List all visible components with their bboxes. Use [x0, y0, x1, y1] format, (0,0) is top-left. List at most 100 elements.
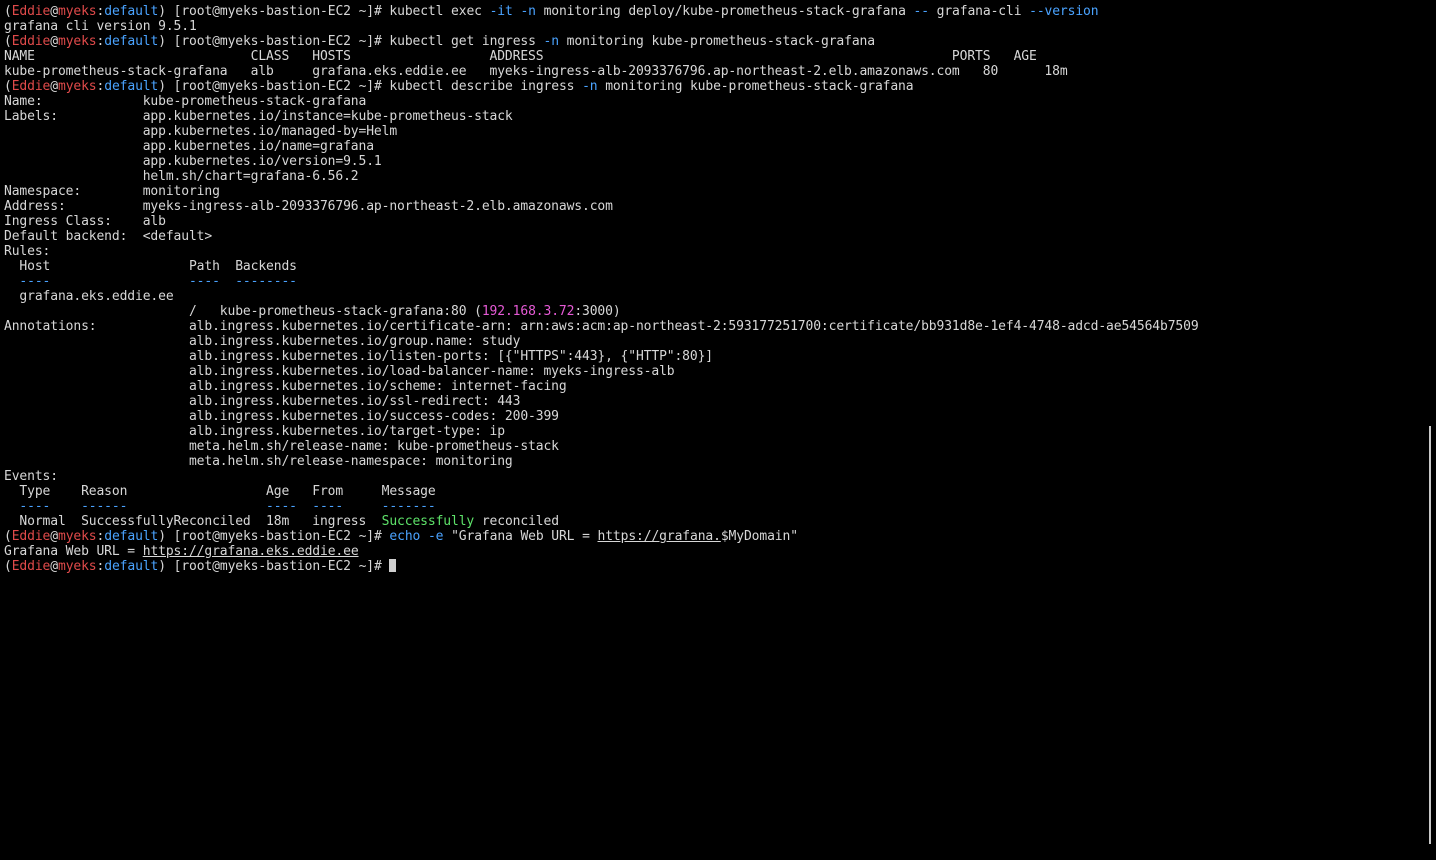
terminal-line: alb.ingress.kubernetes.io/ssl-redirect: …	[4, 394, 1199, 409]
terminal-text-segment: default	[104, 79, 159, 94]
terminal-text-segment: @	[50, 559, 58, 574]
terminal-text-segment: meta.helm.sh/release-name: kube-promethe…	[4, 439, 559, 454]
terminal-line: alb.ingress.kubernetes.io/scheme: intern…	[4, 379, 1199, 394]
terminal-line: Type Reason Age From Message	[4, 484, 1199, 499]
terminal-text-segment: -n	[520, 4, 536, 19]
terminal-text-segment: Annotations: alb.ingress.kubernetes.io/c…	[4, 319, 1199, 334]
terminal-text-segment[interactable]: https://grafana.	[598, 529, 721, 544]
terminal-text-segment: -e	[427, 529, 444, 544]
terminal-text-segment: 192.168.3.72	[481, 304, 575, 319]
terminal-line: Events:	[4, 469, 1199, 484]
terminal-line: Annotations: alb.ingress.kubernetes.io/c…	[4, 319, 1199, 334]
terminal-line: app.kubernetes.io/version=9.5.1	[4, 154, 1199, 169]
terminal-text-segment: app.kubernetes.io/managed-by=Helm	[4, 124, 398, 139]
terminal-text-segment: Eddie	[11, 34, 51, 49]
terminal-text-segment: Ingress Class: alb	[4, 214, 166, 229]
terminal-text-segment: myeks	[57, 34, 97, 49]
terminal-text-segment: monitoring deploy/kube-prometheus-stack-…	[535, 4, 914, 19]
terminal-text-segment: default	[104, 559, 159, 574]
terminal-text-segment: -it	[489, 4, 513, 19]
terminal-text-segment: --version	[1029, 4, 1099, 19]
terminal-text-segment: echo	[389, 529, 421, 544]
terminal-text-segment: alb.ingress.kubernetes.io/target-type: i…	[4, 424, 505, 439]
terminal-text-segment: Address: myeks-ingress-alb-2093376796.ap…	[4, 199, 613, 214]
terminal-text-segment: alb.ingress.kubernetes.io/scheme: intern…	[4, 379, 567, 394]
terminal-text-segment: reconciled	[474, 514, 559, 529]
terminal-text-segment: ) [root@myeks-bastion-EC2 ~]#	[158, 559, 390, 574]
terminal-text-segment: Default backend: <default>	[4, 229, 213, 244]
terminal-text-segment: ) [root@myeks-bastion-EC2 ~]#	[158, 529, 390, 544]
scrollbar-track[interactable]	[1424, 0, 1436, 860]
terminal-text-segment: ) [root@myeks-bastion-EC2 ~]# kubectl ex…	[158, 4, 490, 19]
terminal-text-segment: Namespace: monitoring	[4, 184, 220, 199]
terminal-text-segment: Eddie	[11, 529, 51, 544]
terminal-text-segment: monitoring kube-prometheus-stack-grafana	[597, 79, 914, 94]
terminal-line: helm.sh/chart=grafana-6.56.2	[4, 169, 1199, 184]
terminal-text-segment: alb.ingress.kubernetes.io/load-balancer-…	[4, 364, 675, 379]
terminal-line: (Eddie@myeks:default) [root@myeks-bastio…	[4, 34, 1199, 49]
terminal-text-segment: grafana cli version 9.5.1	[4, 19, 197, 34]
terminal-text-segment: myeks	[57, 79, 97, 94]
terminal-text-segment: grafana.eks.eddie.ee	[4, 289, 174, 304]
terminal-line: Namespace: monitoring	[4, 184, 1199, 199]
terminal-line: alb.ingress.kubernetes.io/success-codes:…	[4, 409, 1199, 424]
terminal-line: app.kubernetes.io/managed-by=Helm	[4, 124, 1199, 139]
terminal-text-segment: app.kubernetes.io/version=9.5.1	[4, 154, 382, 169]
terminal-text-segment: @	[50, 79, 58, 94]
terminal-line: ---- ------ ---- ---- -------	[4, 499, 1199, 514]
terminal-text-segment: ---- ---- --------	[4, 274, 297, 289]
terminal-text-segment: -n	[582, 79, 598, 94]
terminal-line: meta.helm.sh/release-namespace: monitori…	[4, 454, 1199, 469]
terminal-text-segment: @	[50, 4, 58, 19]
terminal-line: Default backend: <default>	[4, 229, 1199, 244]
terminal-text-segment: NAME CLASS HOSTS ADDRESS PORTS AGE	[4, 49, 1037, 64]
terminal-line: (Eddie@myeks:default) [root@myeks-bastio…	[4, 529, 1199, 544]
terminal-line: Name: kube-prometheus-stack-grafana	[4, 94, 1199, 109]
terminal-text-segment: Eddie	[11, 4, 51, 19]
terminal-line: app.kubernetes.io/name=grafana	[4, 139, 1199, 154]
terminal-line: alb.ingress.kubernetes.io/load-balancer-…	[4, 364, 1199, 379]
terminal-line: Normal SuccessfullyReconciled 18m ingres…	[4, 514, 1199, 529]
terminal-text-segment: / kube-prometheus-stack-grafana:80 (	[4, 304, 482, 319]
terminal-text-segment: (	[4, 79, 12, 94]
terminal-text-segment: Name: kube-prometheus-stack-grafana	[4, 94, 367, 109]
terminal-text-segment: default	[104, 529, 159, 544]
terminal-output[interactable]: (Eddie@myeks:default) [root@myeks-bastio…	[4, 4, 1199, 574]
terminal-line: Host Path Backends	[4, 259, 1199, 274]
terminal-text-segment: Successfully	[381, 514, 475, 529]
terminal-text-segment: ) [root@myeks-bastion-EC2 ~]# kubectl ge…	[158, 34, 544, 49]
terminal-window[interactable]: (Eddie@myeks:default) [root@myeks-bastio…	[0, 0, 1436, 860]
terminal-line: Ingress Class: alb	[4, 214, 1199, 229]
terminal-line: Labels: app.kubernetes.io/instance=kube-…	[4, 109, 1199, 124]
terminal-text-segment: myeks	[57, 4, 97, 19]
scrollbar-thumb[interactable]	[1429, 426, 1431, 844]
terminal-line: / kube-prometheus-stack-grafana:80 (192.…	[4, 304, 1199, 319]
terminal-text-segment: myeks	[57, 559, 97, 574]
terminal-text-segment: (	[4, 559, 12, 574]
terminal-line: (Eddie@myeks:default) [root@myeks-bastio…	[4, 559, 1199, 574]
terminal-text-segment: :3000)	[574, 304, 621, 319]
terminal-text-segment: Labels: app.kubernetes.io/instance=kube-…	[4, 109, 513, 124]
terminal-text-segment[interactable]: https://grafana.eks.eddie.ee	[143, 544, 359, 559]
terminal-line: alb.ingress.kubernetes.io/group.name: st…	[4, 334, 1199, 349]
terminal-text-segment: default	[104, 34, 159, 49]
terminal-text-segment: "Grafana Web URL =	[443, 529, 598, 544]
terminal-text-segment: @	[50, 34, 58, 49]
cursor-block	[389, 559, 397, 572]
terminal-line: (Eddie@myeks:default) [root@myeks-bastio…	[4, 79, 1199, 94]
terminal-text-segment: @	[50, 529, 58, 544]
terminal-text-segment: Rules:	[4, 244, 51, 259]
terminal-text-segment: alb.ingress.kubernetes.io/group.name: st…	[4, 334, 521, 349]
terminal-text-segment: -n	[543, 34, 560, 49]
terminal-line: ---- ---- --------	[4, 274, 1199, 289]
terminal-line: kube-prometheus-stack-grafana alb grafan…	[4, 64, 1199, 79]
terminal-text-segment: helm.sh/chart=grafana-6.56.2	[4, 169, 359, 184]
terminal-line: meta.helm.sh/release-name: kube-promethe…	[4, 439, 1199, 454]
terminal-text-segment: Grafana Web URL =	[4, 544, 143, 559]
terminal-text-segment: (	[4, 34, 12, 49]
terminal-line: grafana cli version 9.5.1	[4, 19, 1199, 34]
terminal-text-segment: Eddie	[11, 559, 51, 574]
terminal-text-segment: Eddie	[11, 79, 51, 94]
terminal-line: alb.ingress.kubernetes.io/listen-ports: …	[4, 349, 1199, 364]
